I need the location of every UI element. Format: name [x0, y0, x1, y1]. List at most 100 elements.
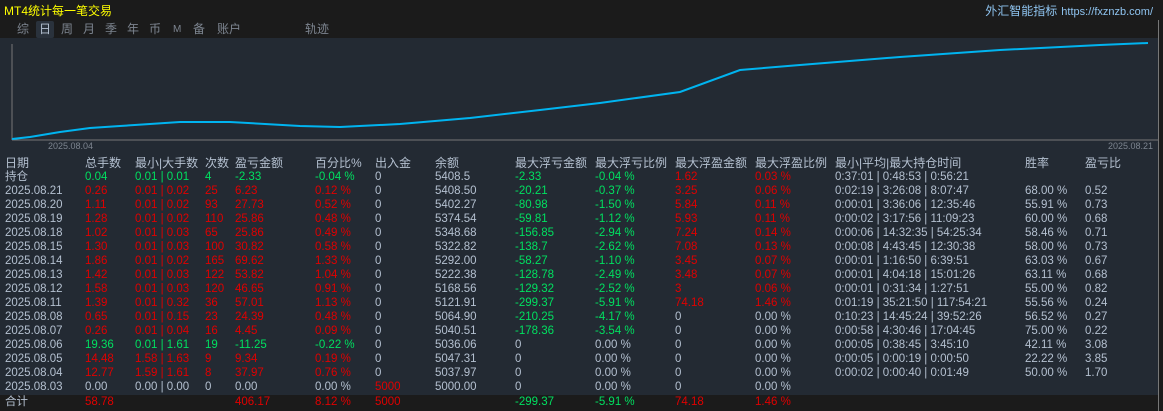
- cell-pl-ratio: 0.67: [1085, 255, 1108, 267]
- total-deposit: 5000: [375, 396, 401, 408]
- cell-deposit: 0: [375, 353, 382, 365]
- cell-balance: 5047.31: [435, 353, 477, 365]
- tab-1[interactable]: 日: [36, 21, 55, 38]
- cell-min-max-lots: 0.01 | 0.02: [135, 199, 190, 211]
- cell-date: 2025.08.12: [5, 283, 63, 295]
- total-max-float-loss-pct: -5.91 %: [595, 396, 635, 408]
- cell-percent: 0.12 %: [315, 185, 351, 197]
- cell-hold-time: 0:00:02 | 3:17:56 | 11:09:23: [835, 213, 975, 225]
- cell-deposit: 5000: [375, 381, 401, 393]
- cell-deposit: 0: [375, 185, 382, 197]
- cell-pnl: 4.45: [235, 325, 258, 337]
- cell-date: 2025.08.21: [5, 185, 63, 197]
- cell-max-float-profit-pct: 0.00 %: [755, 311, 791, 323]
- cell-balance: 5036.06: [435, 339, 477, 351]
- brand-url[interactable]: https://fxznzb.com/: [1061, 6, 1153, 18]
- tab-10[interactable]: 轨迹: [302, 21, 332, 38]
- cell-count: 122: [205, 269, 225, 281]
- cell-min-max-lots: 0.01 | 0.02: [135, 255, 190, 267]
- cell-win-rate: 55.56 %: [1025, 297, 1068, 309]
- cell-balance: 5037.97: [435, 367, 477, 379]
- cell-date: 2025.08.07: [5, 325, 63, 337]
- cell-percent: -0.04 %: [315, 171, 355, 183]
- table-row: 2025.08.04 12.77 1.59 | 1.61 8 37.97 0.76 % 0 5…: [0, 366, 1158, 380]
- cell-deposit: 0: [375, 297, 382, 309]
- cell-max-float-profit: 0: [675, 381, 682, 393]
- cell-deposit: 0: [375, 283, 382, 295]
- cell-deposit: 0: [375, 213, 382, 225]
- cell-pl-ratio: 0.73: [1085, 199, 1108, 211]
- cell-pl-ratio: 0.24: [1085, 297, 1108, 309]
- cell-date: 2025.08.19: [5, 213, 63, 225]
- cell-max-float-loss-pct: -1.12 %: [595, 213, 635, 225]
- tab-8[interactable]: 备: [190, 21, 208, 38]
- cell-max-float-loss: -210.25: [515, 311, 555, 323]
- table-header: 日期 总手数 最小|大手数 次数 盈亏金额 百分比% 出入金 余额 最大浮亏金额 最大浮亏比例 最大…: [0, 156, 1158, 170]
- cell-hold-time: 最小|平均|最大持仓时间: [835, 156, 962, 170]
- tab-0[interactable]: 综: [14, 21, 32, 38]
- cell-balance: 5408.5: [435, 171, 471, 183]
- cell-balance: 5402.27: [435, 199, 477, 211]
- tab-4[interactable]: 季: [102, 21, 120, 38]
- cell-percent: 0.19 %: [315, 353, 351, 365]
- tab-3[interactable]: 月: [80, 21, 98, 38]
- cell-pl-ratio: 0.27: [1085, 311, 1108, 323]
- cell-percent: 0.91 %: [315, 283, 351, 295]
- cell-win-rate: 56.52 %: [1025, 311, 1068, 323]
- tab-7[interactable]: M: [170, 21, 184, 38]
- cell-max-float-profit: 3.45: [675, 255, 698, 267]
- cell-max-float-profit-pct: 0.00 %: [755, 325, 791, 337]
- cell-hold-time: 0:10:23 | 14:45:24 | 39:52:26: [835, 311, 982, 323]
- cell-pnl: 0.00: [235, 381, 258, 393]
- cell-max-float-loss: 0: [515, 367, 522, 379]
- cell-max-float-loss: -128.78: [515, 269, 555, 281]
- cell-count: 23: [205, 311, 218, 323]
- brand-link[interactable]: 外汇智能指标 https://fxznzb.com/: [985, 2, 1153, 19]
- cell-count: 65: [205, 227, 218, 239]
- cell-max-float-loss-pct: -2.62 %: [595, 241, 635, 253]
- cell-min-max-lots: 0.01 | 0.02: [135, 213, 190, 225]
- cell-max-float-loss: -156.85: [515, 227, 555, 239]
- cell-date: 2025.08.15: [5, 241, 63, 253]
- cell-hold-time: 0:01:19 | 35:21:50 | 117:54:21: [835, 297, 988, 309]
- cell-date: 2025.08.05: [5, 353, 63, 365]
- cell-win-rate: 42.11 %: [1025, 339, 1067, 351]
- tab-2[interactable]: 周: [58, 21, 76, 38]
- cell-count: 16: [205, 325, 218, 337]
- cell-max-float-loss: -178.36: [515, 325, 555, 337]
- cell-hold-time: 0:00:01 | 4:04:18 | 15:01:26: [835, 269, 976, 281]
- cell-balance: 5121.91: [435, 297, 477, 309]
- cell-hold-time: 0:00:01 | 3:36:06 | 12:35:46: [835, 199, 976, 211]
- cell-pnl: 46.65: [235, 283, 264, 295]
- cell-pnl: 9.34: [235, 353, 258, 365]
- cell-percent: 0.76 %: [315, 367, 351, 379]
- cell-deposit: 0: [375, 241, 382, 253]
- title-bar: MT4统计每一笔交易 外汇智能指标 https://fxznzb.com/: [0, 0, 1163, 20]
- cell-max-float-profit: 0: [675, 311, 682, 323]
- period-toolbar: 综日周月季年币 M 备账户 轨迹: [0, 20, 1163, 38]
- cell-count: 36: [205, 297, 218, 309]
- cell-max-float-profit: 0: [675, 339, 682, 351]
- table-row: 2025.08.18 1.02 0.01 | 0.03 65 25.86 0.49 % 0 5…: [0, 226, 1158, 240]
- cell-win-rate: 58.00 %: [1025, 241, 1068, 253]
- cell-max-float-profit: 5.93: [675, 213, 698, 225]
- tab-9[interactable]: 账户: [214, 21, 244, 38]
- cell-max-float-profit: 0: [675, 325, 682, 337]
- cell-date: 2025.08.13: [5, 269, 63, 281]
- cell-percent: 0.48 %: [315, 311, 351, 323]
- cell-win-rate: 63.03 %: [1025, 255, 1068, 267]
- cell-percent: -0.22 %: [315, 339, 355, 351]
- cell-count: 25: [205, 185, 218, 197]
- cell-max-float-profit: 7.24: [675, 227, 698, 239]
- tab-5[interactable]: 年: [124, 21, 142, 38]
- table-row: 2025.08.19 1.28 0.01 | 0.02 110 25.86 0.48 % 0…: [0, 212, 1158, 226]
- cell-pnl: 27.73: [235, 199, 264, 211]
- cell-win-rate: 60.00 %: [1025, 213, 1068, 225]
- tab-6[interactable]: 币: [146, 21, 164, 38]
- cell-max-float-profit: 74.18: [675, 297, 704, 309]
- table-row: 2025.08.14 1.86 0.01 | 0.02 165 69.62 1.33 % 0…: [0, 254, 1158, 268]
- cell-max-float-profit-pct: 0.00 %: [755, 353, 791, 365]
- cell-deposit: 0: [375, 367, 382, 379]
- cell-win-rate: 22.22 %: [1025, 353, 1068, 365]
- cell-max-float-loss-pct: 0.00 %: [595, 381, 631, 393]
